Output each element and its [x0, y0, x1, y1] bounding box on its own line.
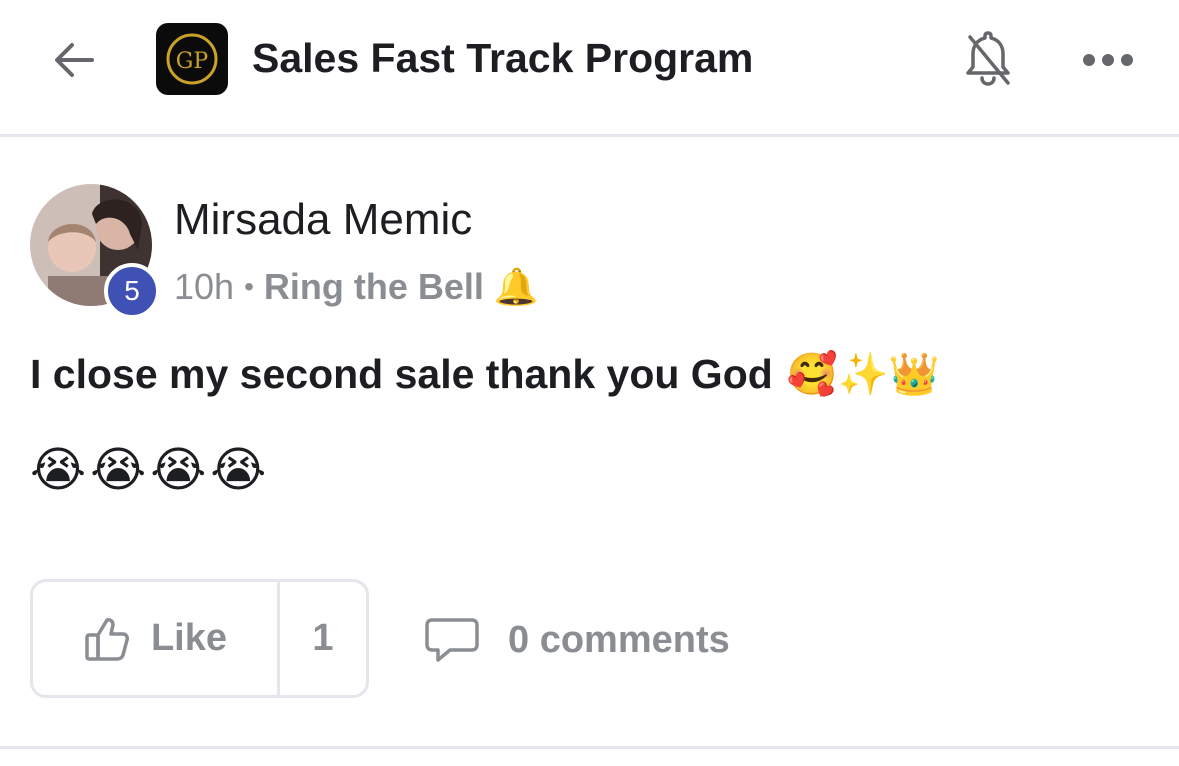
smiling-hearts-emoji-icon: 🥰	[786, 351, 838, 397]
crown-emoji-icon: 👑	[888, 351, 940, 397]
crying-emoji-icon: 😭	[90, 444, 147, 497]
author-name[interactable]: Mirsada Memic	[174, 194, 472, 246]
group-title: Sales Fast Track Program	[252, 35, 754, 81]
crying-emoji-icon: 😭	[150, 444, 207, 497]
post-meta: 10h • Ring the Bell 🔔	[174, 262, 539, 312]
more-options-button[interactable]	[1078, 40, 1138, 80]
back-button[interactable]	[44, 30, 104, 90]
comments-label: 0 comments	[508, 618, 730, 661]
back-arrow-icon	[55, 43, 94, 77]
like-label: Like	[150, 617, 228, 659]
notifications-toggle-button[interactable]	[958, 24, 1018, 92]
post-text: I close my second sale thank you God	[30, 351, 773, 397]
svg-text:GP: GP	[176, 49, 209, 74]
group-logo-icon: GP	[166, 33, 218, 85]
like-count[interactable]: 1	[280, 582, 366, 695]
post-time: 10h	[174, 266, 235, 307]
group-logo[interactable]: GP	[156, 23, 228, 95]
crying-emoji-icon: 😭	[30, 444, 87, 497]
comment-bubble-icon	[425, 618, 479, 662]
meta-separator: •	[244, 271, 254, 302]
level-badge: 5	[104, 263, 160, 319]
divider	[0, 746, 1179, 749]
post-body: I close my second sale thank you God 🥰 ✨…	[30, 346, 940, 402]
notifications-off-icon	[966, 31, 1010, 86]
like-box: Like 1	[30, 579, 369, 698]
thumbs-up-icon	[85, 617, 129, 661]
sparkles-emoji-icon: ✨	[837, 351, 889, 397]
more-options-icon	[1083, 54, 1133, 66]
bell-icon: 🔔	[493, 266, 539, 307]
top-bar: GP Sales Fast Track Program	[0, 0, 1179, 137]
post-emoji-line: 😭 😭 😭 😭	[30, 440, 266, 500]
comments-button[interactable]: 0 comments	[424, 610, 730, 670]
crying-emoji-icon: 😭	[210, 444, 267, 497]
post-category[interactable]: Ring the Bell	[264, 266, 484, 308]
like-button[interactable]: Like	[33, 582, 280, 695]
